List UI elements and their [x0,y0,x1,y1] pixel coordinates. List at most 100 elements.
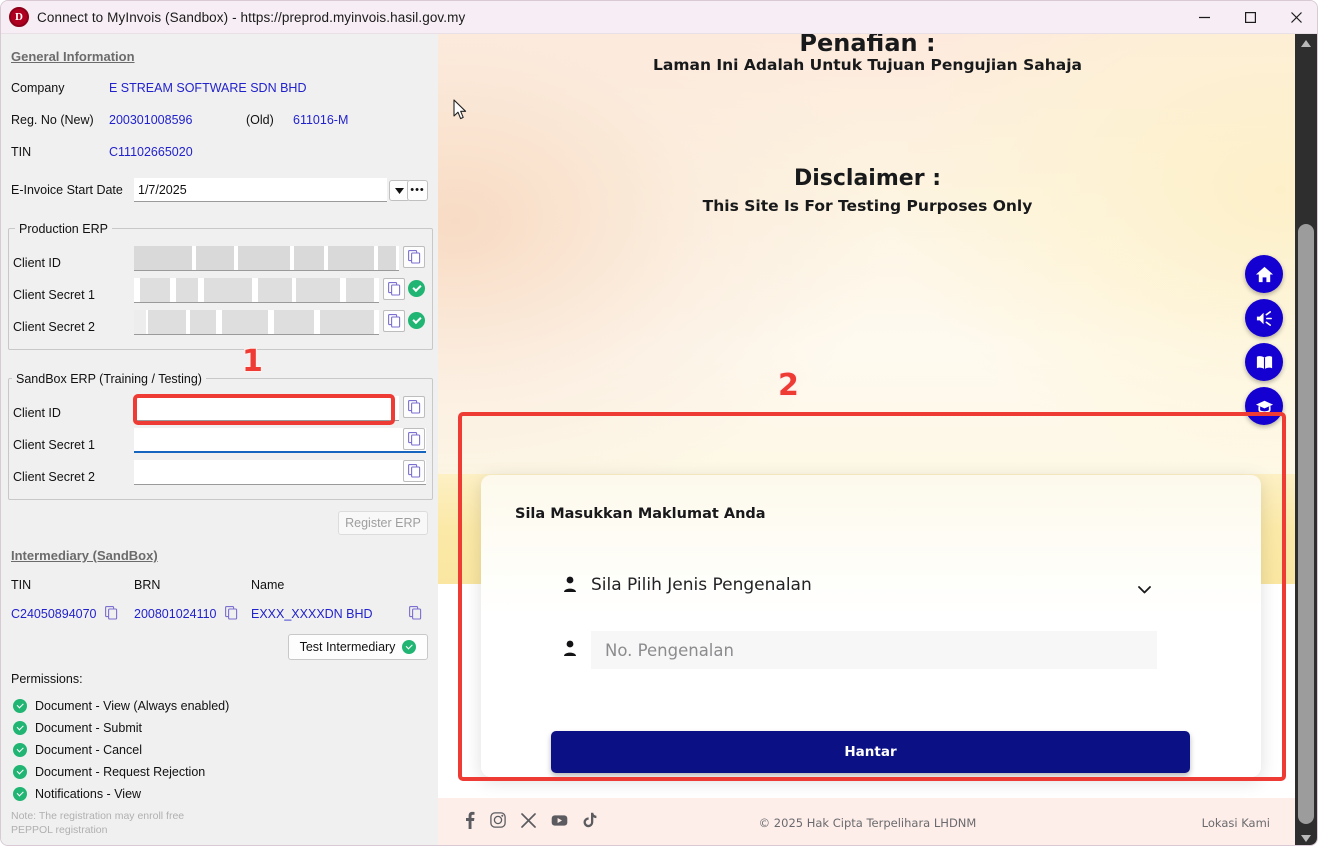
disclaimer-bm-text: Laman Ini Adalah Untuk Tujuan Pengujian … [653,56,1082,74]
intermediary-brn-value: 200801024110 [134,607,217,621]
fab-guide-button[interactable] [1245,343,1283,381]
intermediary-name-value: EXXX_XXXXDN BHD [251,607,373,621]
permission-status-icon [13,721,27,735]
permission-item: Document - View (Always enabled) [13,699,229,713]
permission-status-icon [13,765,27,779]
scroll-down-arrow-icon[interactable] [1295,829,1317,845]
reg-no-new-label: Reg. No (New) [11,113,94,127]
app-logo-icon: D [9,7,29,27]
submit-button[interactable]: Hantar [551,731,1190,773]
permission-item: Document - Request Rejection [13,765,205,779]
permission-label: Document - Cancel [35,743,142,757]
person-icon [563,576,577,598]
einvoice-start-date-label: E-Invoice Start Date [11,183,123,197]
permission-label: Document - Request Rejection [35,765,206,779]
date-more-options-button[interactable]: ••• [407,180,428,201]
copy-production-client-secret2-button[interactable] [383,310,405,332]
permission-label: Document - View (Always enabled) [35,699,230,713]
production-client-secret1-verified-icon [408,280,425,297]
permissions-heading: Permissions: [11,672,83,686]
general-information-heading: General Information [11,49,135,64]
disclaimer-bm-title: Penafian : [799,34,936,57]
copyright-text: © 2025 Hak Cipta Terpelihara LHDNM [758,815,977,830]
fab-learning-button[interactable] [1245,387,1283,425]
test-intermediary-button[interactable]: Test Intermediary [288,634,428,660]
sandbox-client-secret2-label: Client Secret 2 [13,470,95,484]
scrollbar-thumb[interactable] [1298,224,1314,824]
permission-item: Notifications - View [13,787,141,801]
peppol-registration-note: Note: The registration may enroll free P… [11,810,185,837]
test-intermediary-label: Test Intermediary [299,640,396,654]
disclaimer-en-text: This Site Is For Testing Purposes Only [702,197,1033,215]
copy-production-client-id-button[interactable] [403,246,425,268]
app-window: D Connect to MyInvois (Sandbox) - https:… [0,0,1318,846]
intermediary-col-brn: BRN [134,578,161,592]
copy-intermediary-tin-button[interactable] [105,606,118,623]
copy-sandbox-client-id-button[interactable] [403,396,425,418]
permission-status-icon [13,699,27,713]
embedded-browser-view: Penafian : Laman Ini Adalah Untuk Tujuan… [438,34,1297,845]
sandbox-client-secret2-input[interactable] [134,460,426,485]
close-button[interactable] [1273,1,1317,34]
permission-label: Document - Submit [35,721,142,735]
settings-panel: General Information Company E STREAM SOF… [1,34,438,845]
production-client-secret1-input[interactable] [134,278,379,303]
permission-status-icon [13,787,27,801]
intermediary-heading: Intermediary (SandBox) [11,548,158,563]
ellipsis-icon: ••• [410,184,425,196]
production-client-id-input[interactable] [134,246,399,271]
copy-intermediary-brn-button[interactable] [225,606,238,623]
register-erp-button[interactable]: Register ERP [338,511,428,535]
login-card-title: Sila Masukkan Maklumat Anda [515,506,766,522]
reg-no-old-value: 611016-M [293,113,349,127]
sandbox-client-id-input[interactable] [134,396,399,421]
sandbox-erp-group-title: SandBox ERP (Training / Testing) [12,372,206,386]
page-scrollbar[interactable] [1295,34,1317,845]
production-client-secret2-input[interactable] [134,310,379,335]
fab-announcement-button[interactable] [1245,299,1283,337]
permission-item: Document - Cancel [13,743,142,757]
intermediary-col-tin: TIN [11,578,32,592]
permission-status-icon [13,743,27,757]
id-number-placeholder: No. Pengenalan [605,640,734,660]
production-erp-group-title: Production ERP [15,222,112,236]
scroll-up-arrow-icon[interactable] [1295,34,1317,52]
disclaimer-en-title: Disclaimer : [793,166,942,191]
einvoice-start-date-input[interactable] [134,178,387,202]
copy-production-client-secret1-button[interactable] [383,278,405,300]
login-card: Sila Masukkan Maklumat Anda Sila Pilih J… [481,475,1261,777]
sandbox-client-secret1-input[interactable] [134,428,426,453]
chevron-down-icon [1138,579,1151,599]
window-title: Connect to MyInvois (Sandbox) - https://… [37,9,466,25]
intermediary-tin-value: C24050894070 [11,607,97,621]
sandbox-client-secret1-label: Client Secret 1 [13,438,95,452]
copy-sandbox-client-secret2-button[interactable] [403,460,425,482]
location-link[interactable]: Lokasi Kami [1202,816,1270,830]
production-client-secret2-label: Client Secret 2 [13,320,95,334]
test-intermediary-status-icon [402,640,417,654]
minimize-button[interactable] [1181,1,1227,34]
maximize-button[interactable] [1227,1,1273,34]
permission-item: Document - Submit [13,721,142,735]
intermediary-col-name: Name [251,578,285,592]
company-label: Company [11,81,65,95]
permission-label: Notifications - View [35,787,142,801]
id-number-input[interactable]: No. Pengenalan [591,631,1157,669]
id-type-select[interactable]: Sila Pilih Jenis Pengenalan [591,567,1157,603]
reg-no-new-value: 200301008596 [109,113,193,127]
page-footer: © 2025 Hak Cipta Terpelihara LHDNM Lokas… [438,798,1297,845]
tin-value: C11102665020 [109,145,193,159]
production-client-secret1-label: Client Secret 1 [13,288,95,302]
sandbox-client-id-label: Client ID [13,406,61,420]
person-icon [563,640,577,662]
production-client-secret2-verified-icon [408,312,425,329]
tin-label: TIN [11,145,32,159]
production-client-id-label: Client ID [13,256,61,270]
copy-intermediary-name-button[interactable] [409,606,422,623]
copy-sandbox-client-secret1-button[interactable] [403,428,425,450]
fab-home-button[interactable] [1245,255,1283,293]
title-bar: D Connect to MyInvois (Sandbox) - https:… [1,1,1317,34]
company-value: E STREAM SOFTWARE SDN BHD [109,81,307,95]
window-controls [1181,1,1317,34]
id-type-select-label: Sila Pilih Jenis Pengenalan [591,575,812,595]
